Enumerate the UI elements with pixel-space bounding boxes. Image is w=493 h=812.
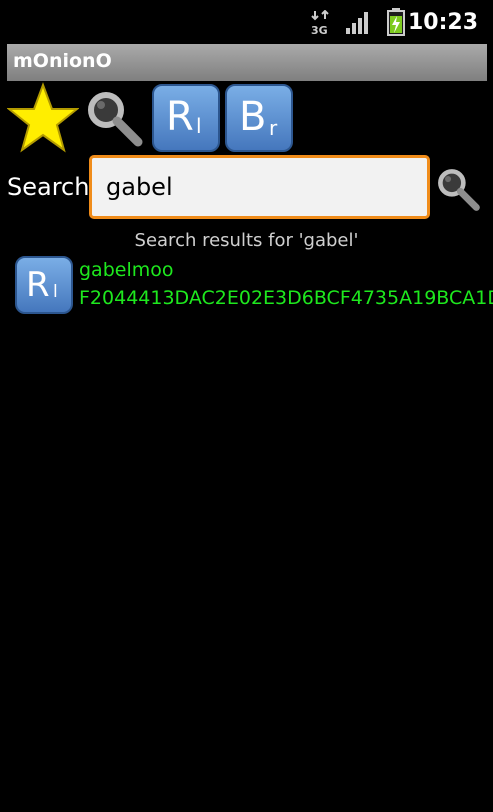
result-row[interactable]: R l gabelmoo F2044413DAC2E02E3D6BCF4735A… [0, 254, 493, 316]
result-fingerprint: F2044413DAC2E02E3D6BCF4735A19BCA1DE97281 [79, 287, 493, 309]
svg-text:3G: 3G [311, 24, 328, 36]
status-clock: 10:23 [407, 10, 478, 35]
result-nickname: gabelmoo [79, 259, 174, 281]
search-input[interactable] [89, 155, 430, 219]
battery-charging-icon [387, 8, 405, 36]
search-label: Search [7, 173, 90, 201]
star-icon[interactable] [7, 82, 79, 154]
tile-letter: B [239, 94, 267, 140]
results-caption: Search results for 'gabel' [134, 230, 359, 251]
title-bar: mOnionO [7, 44, 487, 81]
magnifier-icon[interactable] [435, 166, 481, 212]
status-bar: 3G 10:23 [0, 0, 493, 44]
tile-sub: l [196, 114, 202, 138]
network-3g-icon: 3G [311, 10, 329, 36]
app-title: mOnionO [13, 50, 112, 72]
relay-tile-button[interactable]: R l [152, 84, 220, 152]
magnifier-icon[interactable] [84, 88, 144, 148]
tile-letter: R [166, 94, 194, 140]
tile-sub: r [269, 116, 278, 140]
relay-type-tile: R l [15, 256, 73, 314]
tile-letter: R [26, 265, 50, 305]
bridge-tile-button[interactable]: B r [225, 84, 293, 152]
tile-sub: l [53, 282, 58, 302]
signal-icon [346, 12, 368, 34]
